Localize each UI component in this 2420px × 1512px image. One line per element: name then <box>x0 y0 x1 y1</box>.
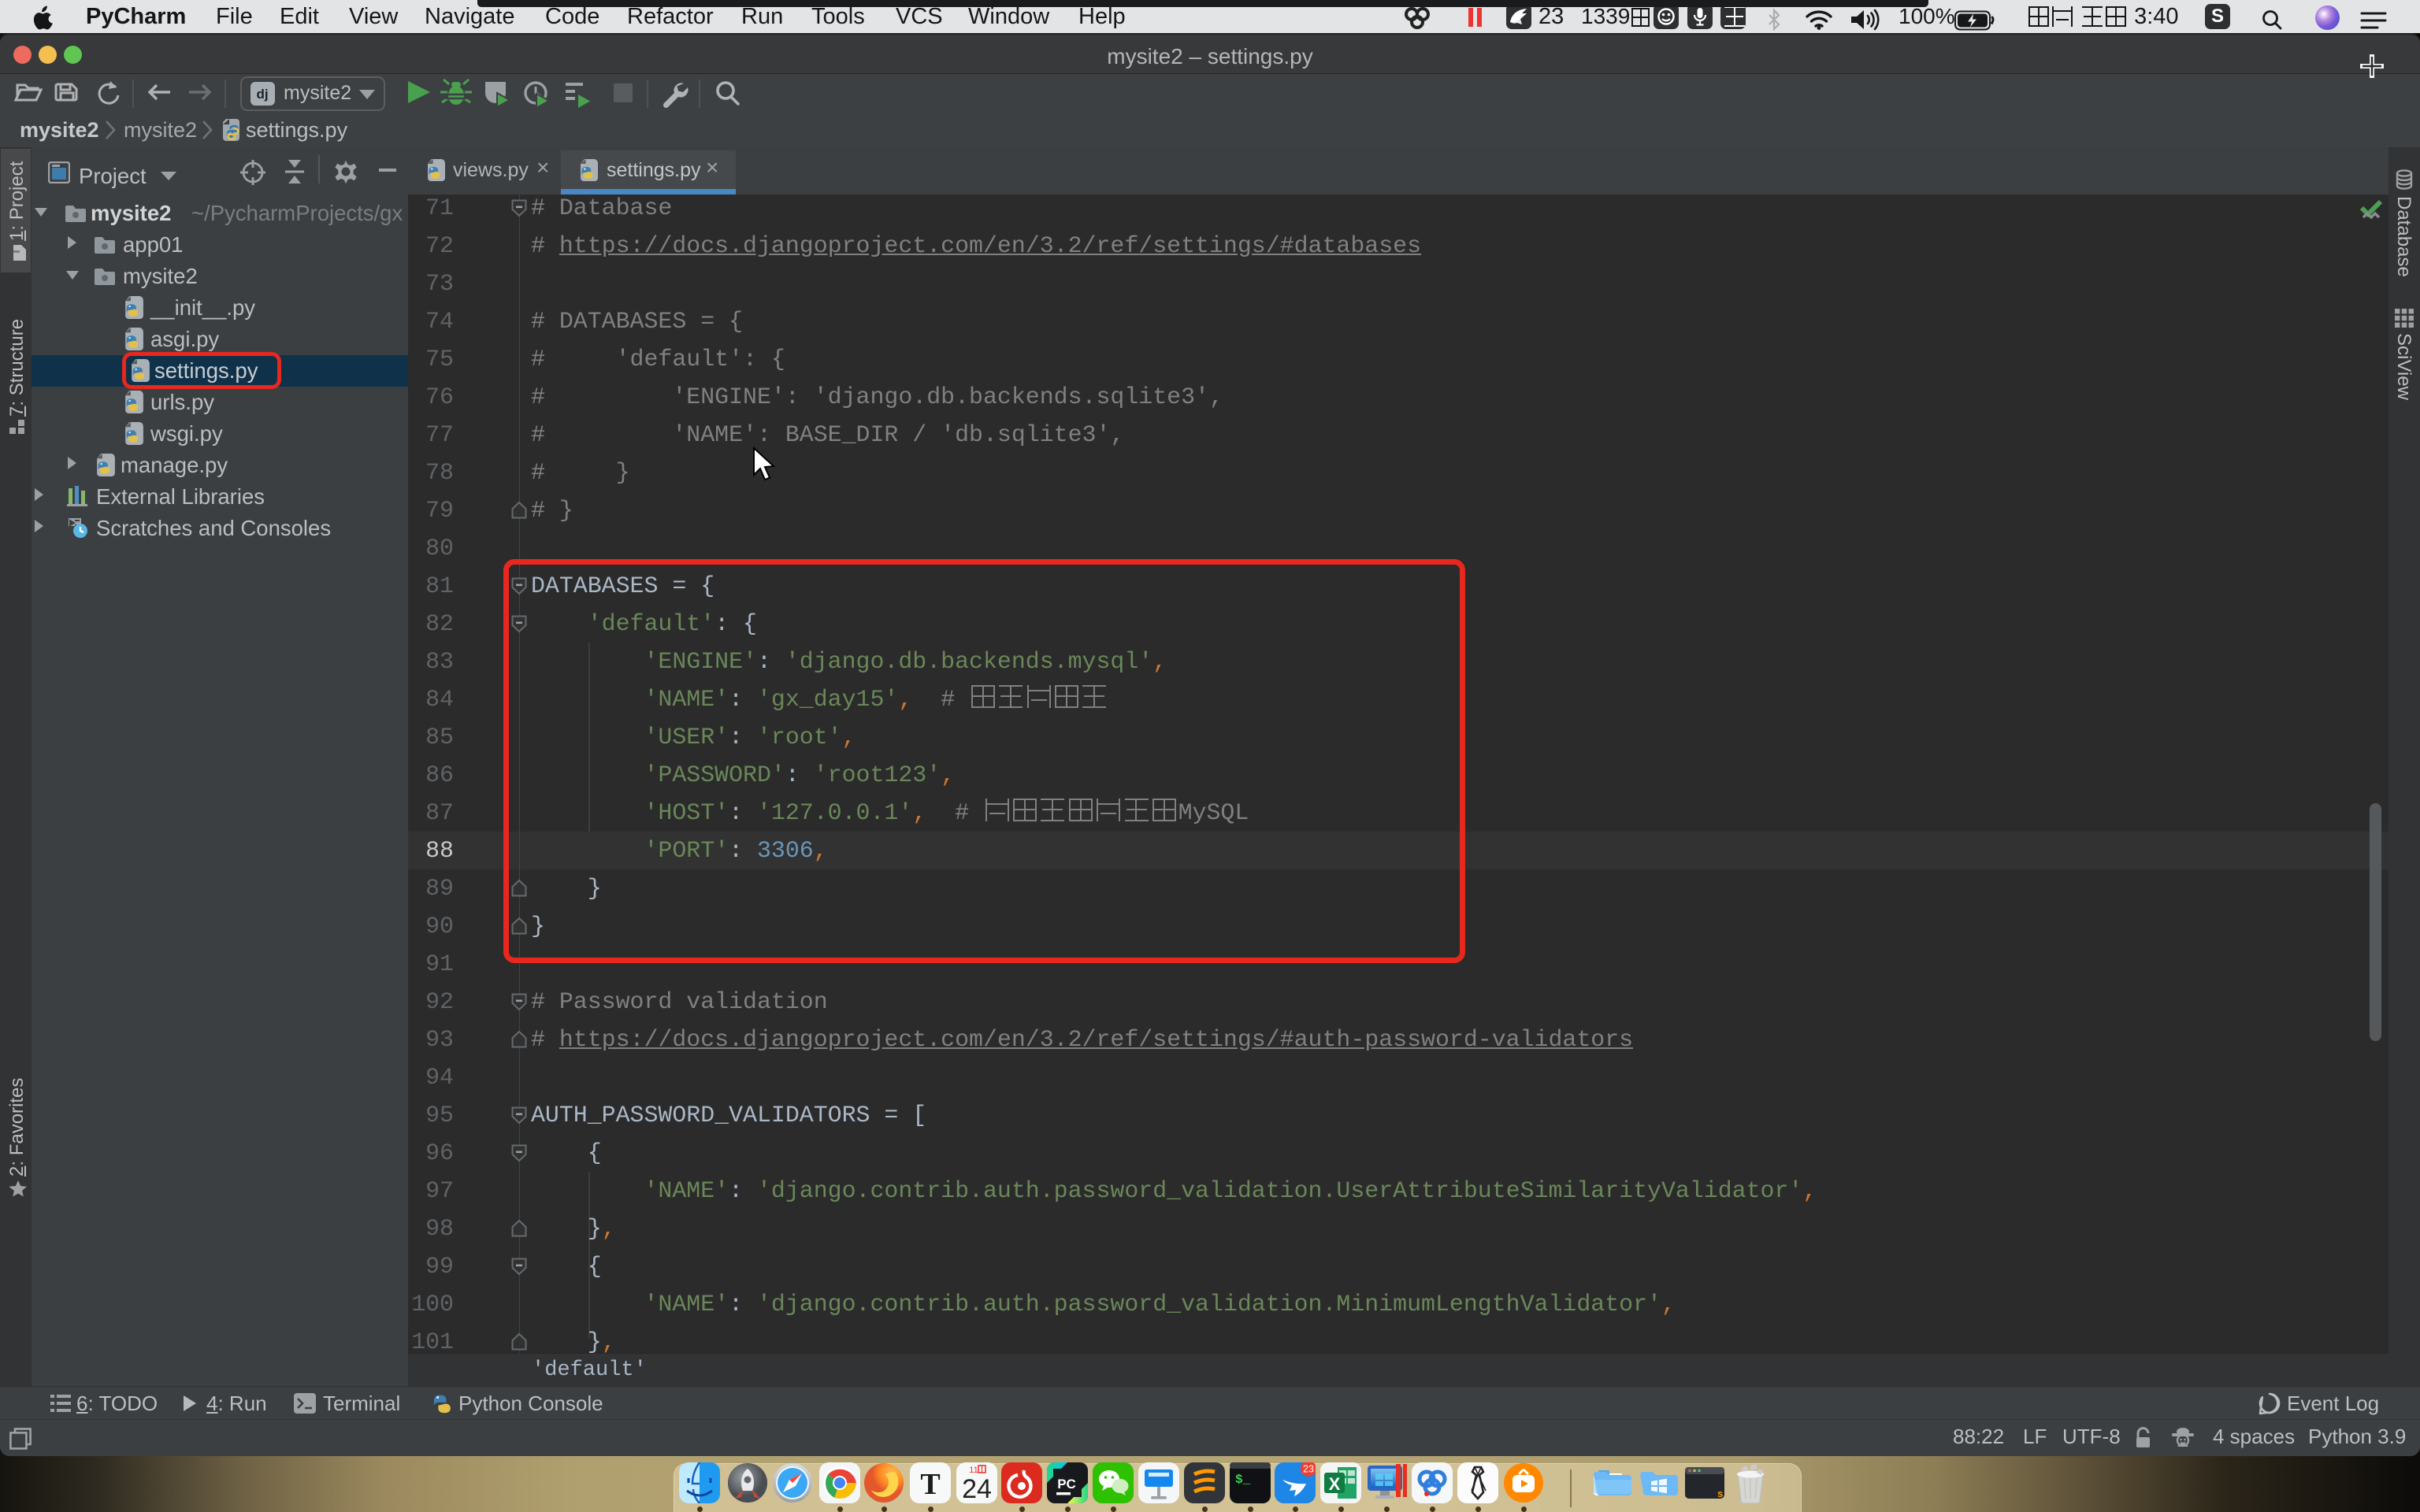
svg-text:PC: PC <box>1057 1477 1076 1492</box>
svg-text:24: 24 <box>962 1474 992 1503</box>
svg-text:23: 23 <box>1303 1464 1314 1475</box>
svg-text:X: X <box>1329 1474 1341 1494</box>
svg-text:dj: dj <box>256 87 268 102</box>
svg-text:$_: $_ <box>1235 1473 1251 1487</box>
svg-text:T: T <box>920 1468 940 1501</box>
svg-text:mysite2: mysite2 <box>284 82 351 104</box>
svg-text:s: s <box>1717 1488 1723 1499</box>
